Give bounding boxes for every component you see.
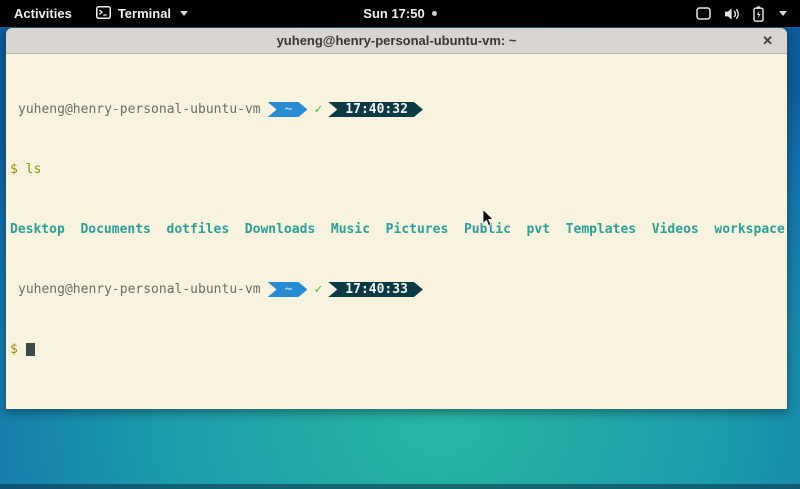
screen-icon [696,7,711,20]
powerline-path-segment: ~ [268,102,308,117]
prompt-time: 17:40:32 [345,102,408,117]
directory-name: Documents [80,222,150,237]
powerline-time-segment: 17:40:33 [328,282,423,297]
directory-name: Videos [652,222,699,237]
activities-label: Activities [14,6,72,21]
window-title: yuheng@henry-personal-ubuntu-vm: ~ [277,33,517,48]
terminal-app-icon [96,6,111,22]
activities-button[interactable]: Activities [0,0,86,27]
chevron-down-icon [180,11,188,16]
mouse-cursor-icon [482,209,494,232]
ls-output-line: Desktop Documents dotfiles Downloads Mus… [10,222,787,237]
clock-label: Sun 17:50 [363,6,424,21]
directory-name: pvt [527,222,550,237]
chevron-down-icon [779,11,787,16]
prompt-path: ~ [285,282,293,297]
directory-name: Pictures [386,222,449,237]
directory-name: Downloads [245,222,315,237]
close-button[interactable]: ✕ [762,28,773,53]
directory-name: Desktop [10,222,65,237]
powerline-time-segment: 17:40:32 [328,102,423,117]
desktop-bottom-edge [0,484,800,489]
system-status-area[interactable] [683,0,800,27]
terminal-content[interactable]: yuheng@henry-personal-ubuntu-vm ~ ✓ 17:4… [6,54,787,409]
prompt-symbol: $ [10,342,18,357]
clock-button[interactable]: Sun 17:50 [363,6,436,21]
directory-name: dotfiles [167,222,230,237]
typed-command: ls [26,162,42,177]
status-check-icon: ✓ [314,282,322,297]
app-menu-terminal[interactable]: Terminal [86,0,198,27]
battery-charging-icon [753,6,764,22]
command-line: $ ls [10,162,787,177]
top-bar: Activities Terminal Sun 17:50 [0,0,800,27]
prompt-line: yuheng@henry-personal-ubuntu-vm ~ ✓ 17:4… [10,102,787,117]
prompt-line: yuheng@henry-personal-ubuntu-vm ~ ✓ 17:4… [10,282,787,297]
powerline-path-segment: ~ [268,282,308,297]
app-menu-label: Terminal [118,6,171,21]
directory-name: Templates [566,222,636,237]
window-titlebar[interactable]: yuheng@henry-personal-ubuntu-vm: ~ ✕ [6,28,787,54]
prompt-path: ~ [285,102,293,117]
prompt-time: 17:40:33 [345,282,408,297]
command-line-current: $ [10,342,787,357]
prompt-user: yuheng@henry-personal-ubuntu-vm [18,282,261,297]
notification-dot-icon [432,11,437,16]
terminal-window: yuheng@henry-personal-ubuntu-vm: ~ ✕ yuh… [5,27,788,410]
prompt-user: yuheng@henry-personal-ubuntu-vm [18,102,261,117]
status-check-icon: ✓ [314,102,322,117]
directory-name: workspace [714,222,784,237]
volume-icon [724,7,740,21]
terminal-cursor [26,343,35,356]
prompt-symbol: $ [10,162,18,177]
directory-name: Music [331,222,370,237]
